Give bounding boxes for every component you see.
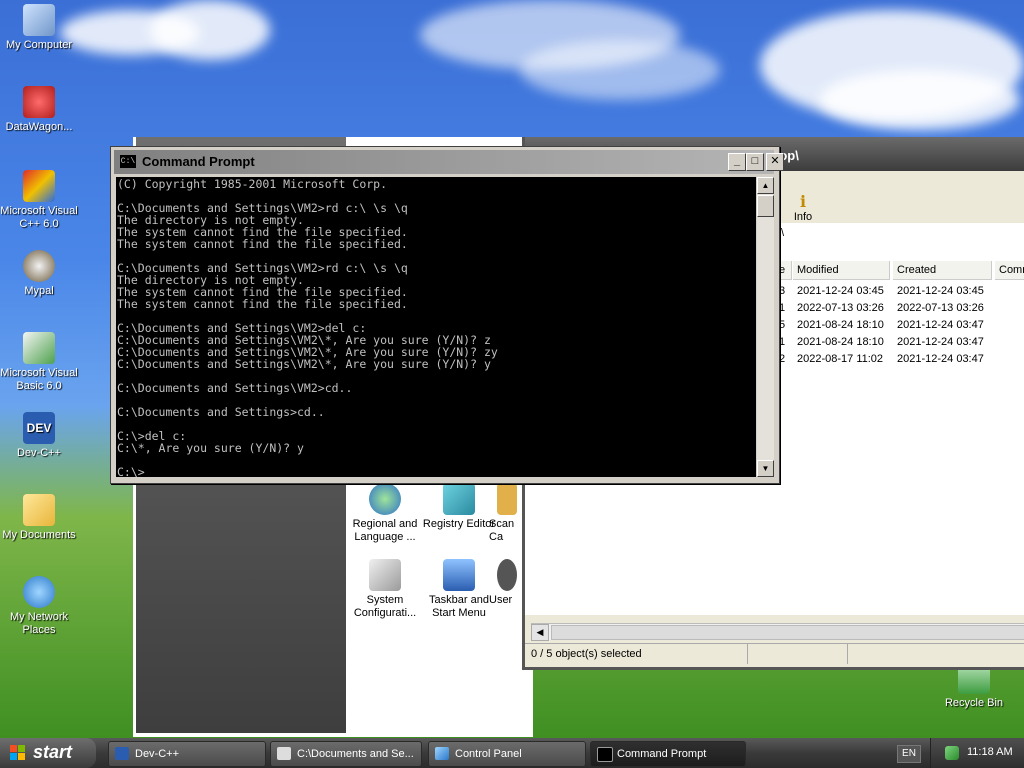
desktop-icon-mypal[interactable]: Mypal — [0, 250, 78, 298]
visual-cpp-icon — [23, 170, 55, 202]
cp-item-regional-language[interactable]: Regional and Language ... — [345, 483, 425, 544]
info-button[interactable]: i Info — [783, 192, 823, 224]
windows-logo-icon — [10, 745, 26, 761]
scroll-thumb[interactable] — [551, 625, 1024, 640]
task-explorer[interactable]: C:\Documents and Se... — [270, 741, 422, 767]
network-icon — [23, 576, 55, 608]
cp-item-taskbar-start-menu[interactable]: Taskbar and Start Menu — [419, 559, 499, 620]
folder-icon — [23, 494, 55, 526]
column-header-modified[interactable]: Modified — [793, 261, 890, 280]
taskbar: start Dev-C++ C:\Documents and Se... Con… — [0, 738, 1024, 768]
explorer-status-bar: 0 / 5 object(s) selected — [525, 643, 1024, 664]
taskbar-icon — [443, 559, 475, 591]
task-dev-cpp[interactable]: Dev-C++ — [108, 741, 266, 767]
command-prompt-title-bar[interactable]: C:\ Command Prompt _ □ ✕ — [114, 150, 784, 174]
column-header-created[interactable]: Created — [893, 261, 992, 280]
minimize-button[interactable]: _ — [728, 153, 746, 171]
user-icon — [497, 559, 517, 591]
desktop-icon-my-computer[interactable]: My Computer — [0, 4, 78, 52]
scroll-thumb[interactable] — [757, 195, 774, 217]
desktop-icon-visual-cpp[interactable]: Microsoft Visual C++ 6.0 — [0, 170, 78, 231]
console-text: (C) Copyright 1985-2001 Microsoft Corp. … — [117, 177, 498, 477]
scroll-up-button[interactable]: ▲ — [757, 177, 774, 194]
maximize-button[interactable]: □ — [746, 153, 764, 171]
system-config-icon — [369, 559, 401, 591]
start-button[interactable]: start — [0, 738, 96, 768]
registry-icon — [443, 483, 475, 515]
mypal-icon — [23, 250, 55, 282]
dev-cpp-icon: DEV — [23, 412, 55, 444]
console-icon — [597, 747, 613, 762]
task-control-panel[interactable]: Control Panel — [428, 741, 586, 767]
cp-item-registry-editor[interactable]: Registry Editor — [419, 483, 499, 531]
close-button[interactable]: ✕ — [766, 153, 784, 171]
scroll-down-button[interactable]: ▼ — [757, 460, 774, 477]
scroll-left-button[interactable]: ◀ — [531, 624, 549, 641]
command-prompt-window: C:\ Command Prompt _ □ ✕ (C) Copyright 1… — [110, 146, 784, 484]
console-vertical-scrollbar[interactable]: ▲ ▼ — [757, 177, 774, 477]
network-tray-icon[interactable] — [945, 746, 959, 760]
globe-icon — [369, 483, 401, 515]
datawagon-icon — [23, 86, 55, 118]
computer-icon — [23, 4, 55, 36]
control-panel-icon — [435, 747, 449, 760]
command-prompt-title: Command Prompt — [142, 154, 255, 169]
desktop: My Computer DataWagon... Microsoft Visua… — [0, 0, 1024, 738]
task-command-prompt[interactable]: Command Prompt — [590, 741, 746, 767]
column-header-comments[interactable]: Comm — [995, 261, 1024, 280]
archive-icon — [277, 747, 291, 760]
system-tray: 11:18 AM — [930, 738, 1024, 768]
desktop-icon-my-network-places[interactable]: My Network Places — [0, 576, 78, 637]
explorer-horizontal-scrollbar[interactable]: ◀ — [531, 623, 1024, 641]
desktop-icon-my-documents[interactable]: My Documents — [0, 494, 78, 542]
language-indicator[interactable]: EN — [897, 745, 921, 763]
visual-basic-icon — [23, 332, 55, 364]
desktop-icon-dev-cpp[interactable]: DEV Dev-C++ — [0, 412, 78, 460]
console-output[interactable]: (C) Copyright 1985-2001 Microsoft Corp. … — [116, 177, 756, 477]
dev-cpp-icon — [115, 747, 129, 760]
desktop-icon-datawagon[interactable]: DataWagon... — [0, 86, 78, 134]
console-icon: C:\ — [120, 155, 136, 168]
desktop-icon-visual-basic[interactable]: Microsoft Visual Basic 6.0 — [0, 332, 78, 393]
cp-item-system-configuration[interactable]: System Configurati... — [345, 559, 425, 620]
clock[interactable]: 11:18 AM — [967, 746, 1013, 758]
scanner-icon — [497, 483, 517, 515]
info-icon: i — [799, 192, 807, 211]
